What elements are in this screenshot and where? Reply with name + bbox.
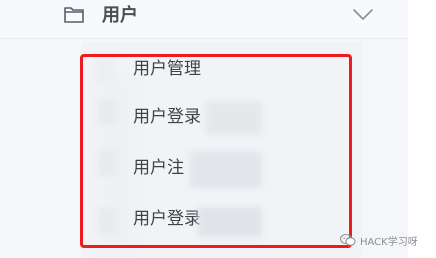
menu-group-title: 用户	[102, 5, 138, 26]
highlight-box	[80, 54, 352, 248]
chevron-down-icon[interactable]	[353, 9, 373, 20]
watermark-text: HACK学习呀	[360, 236, 418, 248]
wechat-icon	[340, 234, 356, 246]
scrollbar-track	[408, 0, 436, 258]
folder-icon	[64, 7, 84, 23]
watermark: HACK学习呀	[340, 230, 418, 250]
menu-group-header[interactable]: 用户	[0, 0, 408, 39]
